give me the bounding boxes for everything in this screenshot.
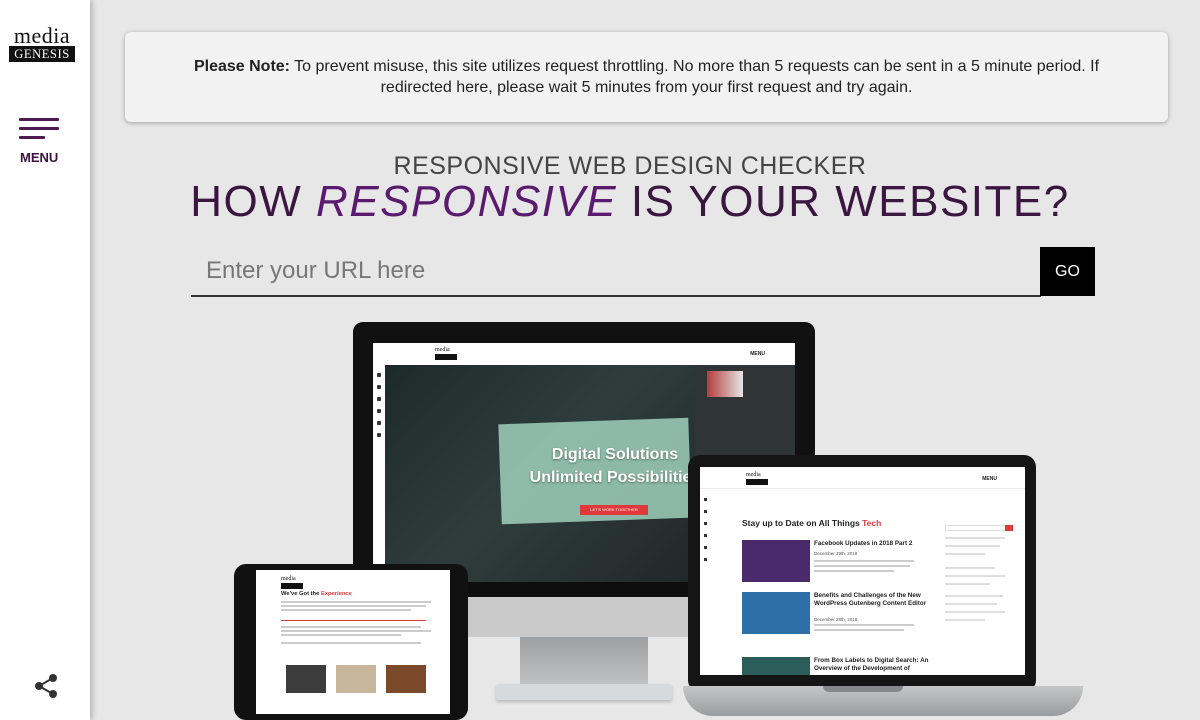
desktop-mini-menu: MENU xyxy=(750,351,765,357)
share-icon[interactable] xyxy=(32,672,60,700)
tablet-text-line xyxy=(281,609,411,611)
tablet-text-line xyxy=(281,626,421,628)
media-genesis-logo[interactable]: media GENESIS xyxy=(9,23,75,62)
tablet-heading-accent: Experience xyxy=(320,591,352,597)
logo-text-bottom: GENESIS xyxy=(9,46,75,62)
device-preview-image: media MENU Digital Solutions Unlimited P… xyxy=(230,322,1090,720)
laptop-post: From Box Labels to Digital Search: An Ov… xyxy=(742,657,942,675)
post-excerpt-line xyxy=(814,570,894,572)
tablet-text-line xyxy=(281,634,401,636)
throttling-notice: Please Note: To prevent misuse, this sit… xyxy=(125,32,1168,122)
tablet-text-line xyxy=(281,630,431,632)
post-title: Benefits and Challenges of the New WordP… xyxy=(814,592,927,607)
tablet-heading: We've Got the Experience xyxy=(281,591,352,597)
url-input[interactable] xyxy=(191,247,1041,297)
laptop-heading-prefix: Stay up to Date on All Things xyxy=(742,518,863,528)
notice-text: Please Note: To prevent misuse, this sit… xyxy=(185,56,1108,98)
post-excerpt-line xyxy=(814,565,910,567)
laptop-search-box xyxy=(945,525,1013,531)
laptop-mini-logo: media xyxy=(746,472,768,486)
title-part-2: IS YOUR WEBSITE? xyxy=(617,177,1070,226)
laptop-screen: media MENU Stay up to Date on All Things… xyxy=(700,467,1025,675)
hero-cta: LET'S WORK TOGETHER xyxy=(580,505,648,515)
laptop-blog-sidebar xyxy=(945,525,1013,675)
tablet-text-line xyxy=(281,642,421,644)
post-title: From Box Labels to Digital Search: An Ov… xyxy=(814,657,929,672)
laptop-heading-accent: Tech xyxy=(862,518,882,528)
post-date: December 28th, 2018 xyxy=(814,617,858,622)
page-title: HOW RESPONSIVE IS YOUR WEBSITE? xyxy=(90,176,1170,228)
laptop-social-bar xyxy=(700,489,712,675)
tablet-portfolio-card xyxy=(336,665,376,693)
post-date: December 29th, 2018 xyxy=(814,551,858,556)
tablet: media We've Got the Experience xyxy=(234,564,468,720)
notice-label: Please Note: xyxy=(193,58,291,75)
post-thumbnail xyxy=(742,592,810,634)
desktop-site-header: media MENU xyxy=(373,343,795,365)
laptop-post: Benefits and Challenges of the New WordP… xyxy=(742,592,942,634)
tablet-heading-prefix: We've Got the xyxy=(281,591,321,597)
menu-button[interactable]: MENU xyxy=(19,118,61,165)
tablet-screen: media We've Got the Experience xyxy=(256,570,450,714)
notice-body: To prevent misuse, this site utilizes re… xyxy=(290,58,1100,96)
post-excerpt-line xyxy=(814,560,914,562)
monitor-stand-base xyxy=(496,684,672,700)
laptop: media MENU Stay up to Date on All Things… xyxy=(688,455,1036,692)
laptop-mini-menu: MENU xyxy=(982,476,997,482)
post-excerpt-line xyxy=(814,629,904,631)
post-excerpt-line xyxy=(814,624,914,626)
tablet-portfolio-card xyxy=(386,665,426,693)
post-title: Facebook Updates in 2018 Part 2 xyxy=(814,540,913,547)
post-thumbnail xyxy=(742,540,810,582)
tablet-text-line xyxy=(281,605,426,607)
title-emphasis: RESPONSIVE xyxy=(316,177,618,226)
hamburger-icon xyxy=(19,118,59,140)
desktop-mini-logo: media xyxy=(435,347,457,361)
tablet-text-line xyxy=(281,601,431,603)
tablet-mini-logo: media xyxy=(281,576,303,590)
go-button[interactable]: GO xyxy=(1040,247,1095,296)
menu-label: MENU xyxy=(20,150,59,165)
post-thumbnail xyxy=(742,657,810,675)
logo-text-top: media xyxy=(13,23,71,48)
laptop-notch xyxy=(823,686,903,692)
laptop-site-header: media MENU xyxy=(700,467,1025,489)
sidebar: media GENESIS MENU xyxy=(0,0,90,720)
tablet-divider xyxy=(281,620,426,621)
tablet-portfolio-card xyxy=(286,665,326,693)
laptop-post: Facebook Updates in 2018 Part 2 December… xyxy=(742,540,942,582)
laptop-heading: Stay up to Date on All Things Tech xyxy=(742,518,881,528)
title-part-1: HOW xyxy=(190,177,317,226)
